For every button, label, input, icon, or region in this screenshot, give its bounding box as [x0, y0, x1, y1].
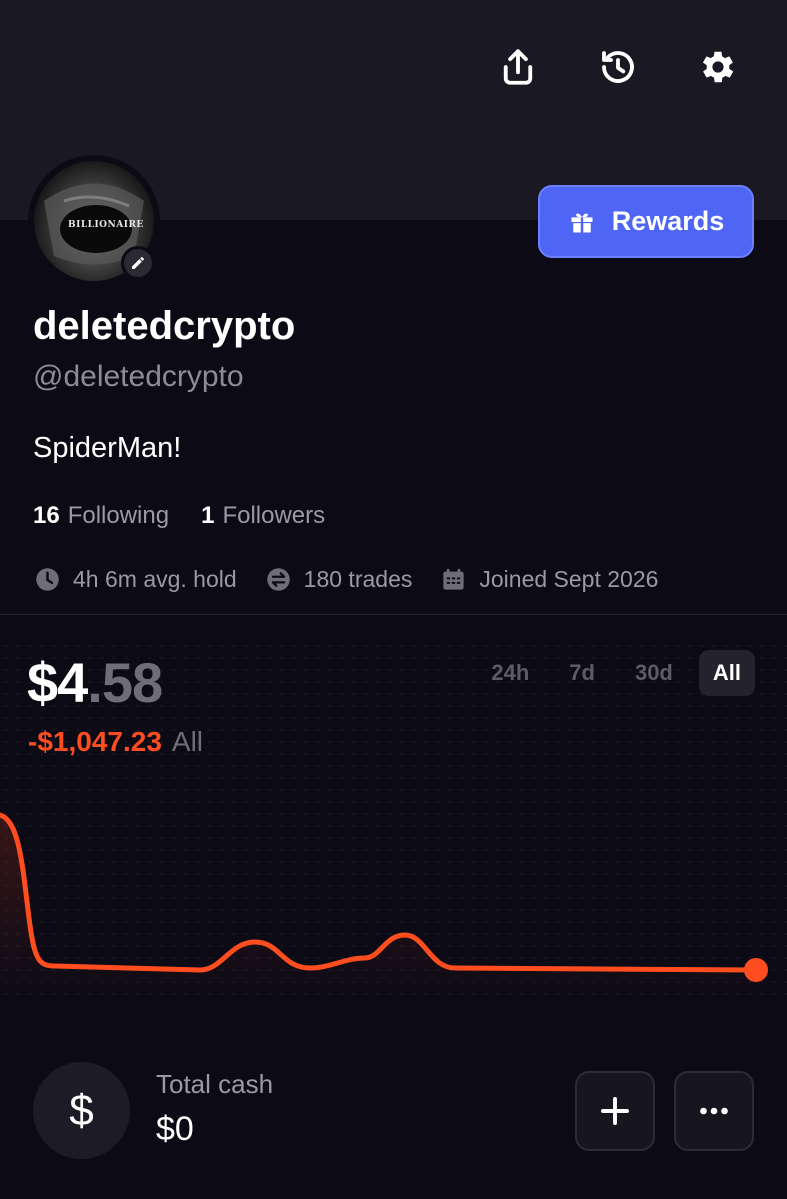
- cash-icon: $: [33, 1062, 130, 1159]
- section-divider: [0, 614, 787, 615]
- plus-icon: [601, 1097, 629, 1125]
- clock-icon: [36, 568, 59, 591]
- rewards-button[interactable]: Rewards: [538, 185, 754, 258]
- settings-button[interactable]: [689, 38, 747, 96]
- joined-stat: Joined Sept 2026: [440, 566, 658, 593]
- range-tab-30d[interactable]: 30d: [621, 650, 687, 696]
- balance-whole: $4: [27, 651, 88, 714]
- pnl-value: -$1,047.23: [28, 726, 162, 757]
- share-button[interactable]: [489, 38, 547, 96]
- range-tab-7d[interactable]: 7d: [555, 650, 609, 696]
- pnl-range: All: [171, 726, 204, 757]
- following-count: 16: [33, 502, 60, 529]
- portfolio-chart: [0, 812, 768, 1000]
- trading-stats: 4h 6m avg. hold 180 trades Joined Sept 2…: [34, 566, 658, 593]
- chart-area-fill: [0, 815, 756, 1000]
- share-icon: [503, 49, 533, 85]
- chart-line: [0, 812, 759, 973]
- history-icon: [602, 51, 634, 83]
- gift-icon: [571, 212, 593, 232]
- pnl-summary: -$1,047.23 All: [28, 726, 203, 758]
- trades-text: 180 trades: [303, 566, 413, 592]
- followers-label: Followers: [222, 502, 326, 529]
- user-handle: @deletedcrypto: [33, 360, 244, 393]
- chart-endpoint: [744, 958, 768, 982]
- swap-icon: [266, 568, 290, 591]
- followers-count: 1: [201, 502, 215, 529]
- cash-value: $0: [156, 1110, 194, 1148]
- profile-page: BILLIONAIRE Rewards deletedcrypto @delet…: [0, 0, 787, 1199]
- trades-stat: 180 trades: [265, 566, 413, 593]
- calendar-icon: [443, 568, 464, 590]
- avatar-caption: BILLIONAIRE: [68, 220, 144, 230]
- display-name: deletedcrypto: [33, 304, 296, 348]
- following-label: Following: [67, 502, 170, 529]
- edit-avatar-button[interactable]: [121, 246, 155, 280]
- header-actions: [489, 38, 747, 96]
- following-link[interactable]: 16 Following: [33, 502, 169, 530]
- pencil-icon: [132, 257, 144, 269]
- bio: SpiderMan!: [33, 432, 182, 464]
- range-tab-24h[interactable]: 24h: [477, 650, 543, 696]
- follow-stats: 16 Following 1 Followers: [33, 502, 325, 530]
- more-options-button[interactable]: [674, 1071, 754, 1151]
- portfolio-balance: $4.58: [27, 650, 163, 715]
- cash-label: Total cash: [156, 1069, 274, 1099]
- rewards-label: Rewards: [611, 206, 725, 236]
- gear-icon: [702, 51, 734, 83]
- balance-cents: .58: [87, 651, 163, 714]
- history-button[interactable]: [589, 38, 647, 96]
- add-cash-button[interactable]: [575, 1071, 655, 1151]
- ellipsis-icon: [700, 1107, 728, 1115]
- followers-link[interactable]: 1 Followers: [201, 502, 325, 530]
- avg-hold-text: 4h 6m avg. hold: [73, 566, 237, 592]
- joined-text: Joined Sept 2026: [479, 566, 659, 592]
- range-tab-all[interactable]: All: [698, 650, 755, 696]
- avg-hold-stat: 4h 6m avg. hold: [34, 566, 237, 593]
- range-selector: 24h 7d 30d All: [477, 650, 755, 696]
